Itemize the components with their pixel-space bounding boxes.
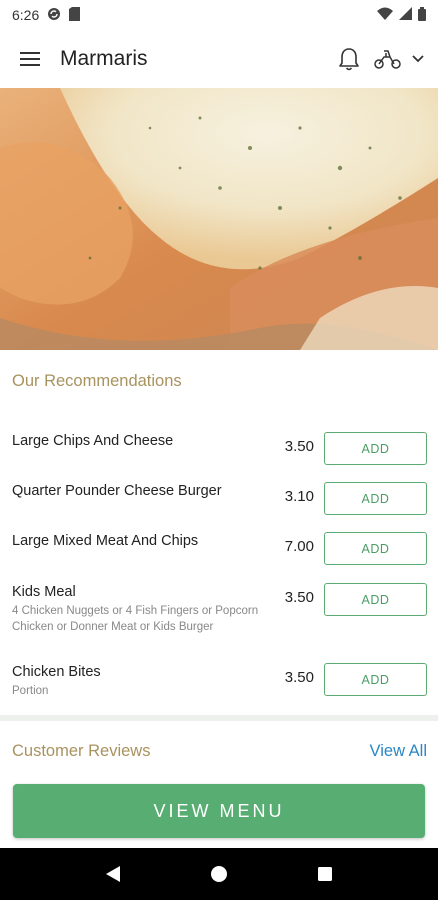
item-price: 3.50 xyxy=(284,589,314,606)
status-time: 6:26 xyxy=(12,7,40,23)
view-menu-button[interactable]: VIEW MENU xyxy=(13,784,425,838)
item-price: 3.50 xyxy=(284,669,314,686)
add-button[interactable]: ADD xyxy=(324,432,427,465)
item-name: Large Mixed Meat And Chips xyxy=(12,533,199,549)
battery-icon xyxy=(418,6,426,24)
view-all-link[interactable]: View All xyxy=(370,742,427,761)
reviews-title: Customer Reviews xyxy=(12,742,151,760)
app-title: Marmaris xyxy=(60,47,148,70)
home-button[interactable] xyxy=(199,854,239,894)
item-name: Large Chips And Cheese xyxy=(12,433,174,449)
system-nav-bar xyxy=(0,848,438,900)
add-button[interactable]: ADD xyxy=(324,482,427,515)
section-divider xyxy=(0,715,438,721)
status-bar: 6:26 xyxy=(0,0,438,30)
sim-card-icon xyxy=(69,6,81,24)
recents-icon xyxy=(318,867,332,881)
item-price: 7.00 xyxy=(284,538,314,555)
add-button[interactable]: ADD xyxy=(324,583,427,616)
bell-icon xyxy=(339,48,359,71)
hero-image xyxy=(0,88,438,350)
item-description: 4 Chicken Nuggets or 4 Fish Fingers or P… xyxy=(12,605,259,633)
signal-icon xyxy=(399,7,412,23)
add-button[interactable]: ADD xyxy=(324,532,427,565)
add-button[interactable]: ADD xyxy=(324,663,427,696)
home-icon xyxy=(211,866,227,882)
delivery-mode-selector[interactable] xyxy=(374,49,424,69)
chevron-down-icon xyxy=(412,55,424,63)
notifications-button[interactable] xyxy=(338,47,360,71)
item-name: Quarter Pounder Cheese Burger xyxy=(12,483,222,499)
app-bar: Marmaris xyxy=(0,30,438,88)
menu-button[interactable] xyxy=(14,43,46,75)
back-icon xyxy=(106,866,120,882)
menu-icon xyxy=(20,52,40,66)
item-name: Kids Meal xyxy=(12,584,76,600)
item-description: Portion xyxy=(12,685,49,697)
item-name: Chicken Bites xyxy=(12,664,101,680)
item-price: 3.10 xyxy=(284,488,314,505)
recommendations-title: Our Recommendations xyxy=(12,372,182,390)
scooter-icon xyxy=(374,50,401,69)
recents-button[interactable] xyxy=(305,854,345,894)
back-button[interactable] xyxy=(93,854,133,894)
item-price: 3.50 xyxy=(284,438,314,455)
wifi-icon xyxy=(377,7,393,23)
sync-icon xyxy=(47,7,61,24)
